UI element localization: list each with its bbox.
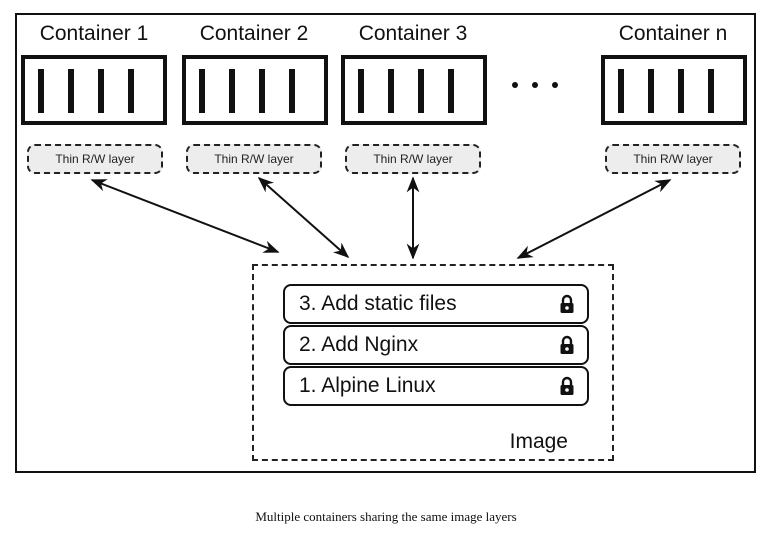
container-3-title: Container 3 [358,22,468,45]
container-bar [259,69,265,113]
container-bar [98,69,104,113]
container-n-title: Container n [618,22,728,45]
container-bar [448,69,454,113]
container-2-box [182,55,328,125]
container-n-rw-layer: Thin R/W layer [605,144,741,174]
container-bar [229,69,235,113]
container-bar [199,69,205,113]
ellipsis-dots [508,78,568,92]
image-layer-3: 3. Add static files [283,284,589,324]
container-bar [678,69,684,113]
image-layer-1-label: 1. Alpine Linux [299,374,436,397]
image-layer-2: 2. Add Nginx [283,325,589,365]
image-box: 3. Add static files 2. Add Nginx 1. Alpi… [252,264,614,461]
container-bar [358,69,364,113]
dot [532,82,538,88]
container-bar [648,69,654,113]
image-layer-3-label: 3. Add static files [299,292,457,315]
image-layer-2-label: 2. Add Nginx [299,333,419,356]
container-n-box [601,55,747,125]
container-bar [618,69,624,113]
container-bar [289,69,295,113]
lock-icon [560,294,574,313]
dot [512,82,518,88]
dot [552,82,558,88]
container-bar [68,69,74,113]
container-3-box [341,55,487,125]
image-layer-1: 1. Alpine Linux [283,366,589,406]
lock-icon [560,376,574,395]
container-bar [38,69,44,113]
container-2-title: Container 2 [199,22,309,45]
container-1-box [21,55,167,125]
image-label: Image [509,430,568,453]
container-bar [388,69,394,113]
figure-caption: Multiple containers sharing the same ima… [255,509,517,524]
container-bar [708,69,714,113]
container-3-rw-layer: Thin R/W layer [345,144,481,174]
container-bar [418,69,424,113]
lock-icon [560,335,574,354]
container-1-title: Container 1 [39,22,149,45]
container-bar [128,69,134,113]
container-1-rw-layer: Thin R/W layer [27,144,163,174]
container-2-rw-layer: Thin R/W layer [186,144,322,174]
